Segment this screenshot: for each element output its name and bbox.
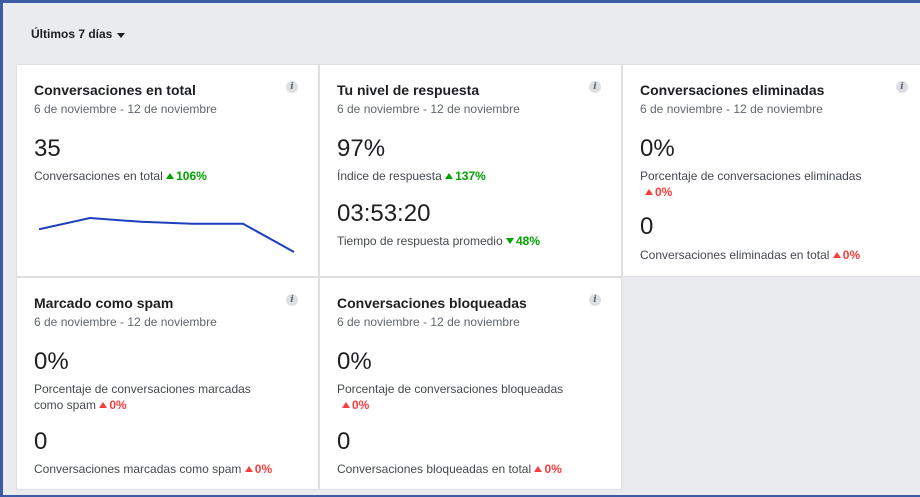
metric-value-secondary: 0 bbox=[337, 428, 351, 455]
caption-text-line2: como spam bbox=[34, 398, 97, 412]
change-value: 0% bbox=[655, 185, 673, 199]
metric-value: 0% bbox=[337, 348, 372, 375]
info-icon[interactable]: i bbox=[589, 294, 601, 306]
caption-text: Conversaciones eliminadas en total bbox=[640, 248, 830, 262]
caption-text: Porcentaje de conversaciones eliminadas bbox=[640, 169, 862, 183]
info-icon[interactable]: i bbox=[286, 294, 298, 306]
caption-text: Tiempo de respuesta promedio bbox=[337, 234, 503, 248]
arrow-up-icon bbox=[534, 466, 543, 472]
card-title: Tu nivel de respuesta bbox=[337, 82, 480, 98]
caption-line2: como spam 0% bbox=[34, 397, 251, 413]
card-date-range: 6 de noviembre - 12 de noviembre bbox=[337, 102, 520, 116]
card-title: Conversaciones bloqueadas bbox=[337, 295, 527, 311]
caption-text: Conversaciones en total bbox=[34, 169, 163, 183]
change-value: 137% bbox=[455, 169, 486, 183]
change-value: 0% bbox=[254, 462, 273, 476]
metric-value: 35 bbox=[34, 135, 61, 162]
change-badge: 0% bbox=[640, 184, 861, 200]
metric-value-secondary: 03:53:20 bbox=[337, 200, 431, 227]
card-date-range: 6 de noviembre - 12 de noviembre bbox=[34, 102, 217, 116]
change-badge: 106% bbox=[166, 169, 207, 183]
change-value: 106% bbox=[176, 169, 207, 183]
card-title: Marcado como spam bbox=[34, 295, 174, 311]
arrow-up-icon bbox=[166, 173, 175, 179]
card-blocked-conversations: Conversaciones bloqueadas 6 de noviembre… bbox=[319, 277, 622, 490]
caption-text-line1: Porcentaje de conversaciones marcadas bbox=[34, 382, 251, 396]
change-badge: 0% bbox=[99, 398, 127, 412]
metric-caption: Porcentaje de conversaciones bloqueadas … bbox=[337, 381, 563, 413]
metric-value-secondary: 0 bbox=[34, 428, 48, 455]
arrow-up-icon bbox=[645, 189, 653, 195]
card-date-range: 6 de noviembre - 12 de noviembre bbox=[640, 102, 823, 116]
caption-text: Conversaciones marcadas como spam bbox=[34, 462, 242, 476]
insights-panel: Últimos 7 días Conversaciones en total 6… bbox=[0, 0, 920, 497]
arrow-up-icon bbox=[244, 466, 253, 472]
metric-value: 0% bbox=[640, 135, 675, 162]
metric-caption-secondary: Conversaciones eliminadas en total 0% bbox=[640, 247, 860, 263]
change-badge: 0% bbox=[337, 397, 563, 413]
date-range-dropdown[interactable]: Últimos 7 días bbox=[31, 27, 126, 41]
arrow-up-icon bbox=[832, 252, 841, 258]
change-value: 48% bbox=[516, 234, 541, 248]
card-date-range: 6 de noviembre - 12 de noviembre bbox=[337, 315, 520, 329]
change-badge: 0% bbox=[534, 462, 562, 476]
caption-text: Conversaciones bloqueadas en total bbox=[337, 462, 532, 476]
metric-caption: Conversaciones en total 106% bbox=[34, 168, 207, 184]
arrow-up-icon bbox=[342, 402, 350, 408]
sparkline-chart bbox=[39, 216, 295, 253]
arrow-down-icon bbox=[506, 238, 514, 244]
metric-caption: Porcentaje de conversaciones eliminadas … bbox=[640, 168, 861, 200]
metric-caption-secondary: Tiempo de respuesta promedio 48% bbox=[337, 233, 540, 249]
info-icon[interactable]: i bbox=[896, 81, 908, 93]
change-badge: 0% bbox=[832, 248, 861, 262]
card-total-conversations: Conversaciones en total 6 de noviembre -… bbox=[16, 64, 319, 277]
caption-text: Índice de respuesta bbox=[337, 169, 442, 183]
caption-text: Porcentaje de conversaciones bloqueadas bbox=[337, 382, 564, 396]
metric-caption-secondary: Conversaciones bloqueadas en total 0% bbox=[337, 461, 562, 477]
metric-caption-secondary: Conversaciones marcadas como spam 0% bbox=[34, 461, 272, 477]
info-icon[interactable]: i bbox=[589, 81, 601, 93]
card-title: Conversaciones eliminadas bbox=[640, 82, 825, 98]
metric-value: 0% bbox=[34, 348, 69, 375]
arrow-up-icon bbox=[445, 173, 454, 179]
card-date-range: 6 de noviembre - 12 de noviembre bbox=[34, 315, 217, 329]
card-title: Conversaciones en total bbox=[34, 82, 196, 98]
metric-caption: Porcentaje de conversaciones marcadas co… bbox=[34, 381, 251, 413]
change-value: 0% bbox=[842, 248, 861, 262]
date-range-label: Últimos 7 días bbox=[31, 27, 113, 41]
change-value: 0% bbox=[544, 462, 562, 476]
metric-value-secondary: 0 bbox=[640, 213, 654, 240]
arrow-up-icon bbox=[99, 402, 108, 408]
card-response-level: Tu nivel de respuesta 6 de noviembre - 1… bbox=[319, 64, 622, 277]
change-value: 0% bbox=[109, 398, 127, 412]
info-icon[interactable]: i bbox=[286, 81, 298, 93]
chevron-down-icon bbox=[117, 32, 126, 38]
change-badge: 137% bbox=[445, 169, 486, 183]
change-value: 0% bbox=[352, 398, 370, 412]
sparkline-line bbox=[39, 216, 295, 253]
metric-caption: Índice de respuesta 137% bbox=[337, 168, 486, 184]
card-marked-spam: Marcado como spam 6 de noviembre - 12 de… bbox=[16, 277, 319, 490]
card-deleted-conversations: Conversaciones eliminadas 6 de noviembre… bbox=[622, 64, 920, 277]
change-badge: 0% bbox=[244, 462, 273, 476]
metric-value: 97% bbox=[337, 135, 386, 162]
change-badge: 48% bbox=[506, 234, 540, 248]
